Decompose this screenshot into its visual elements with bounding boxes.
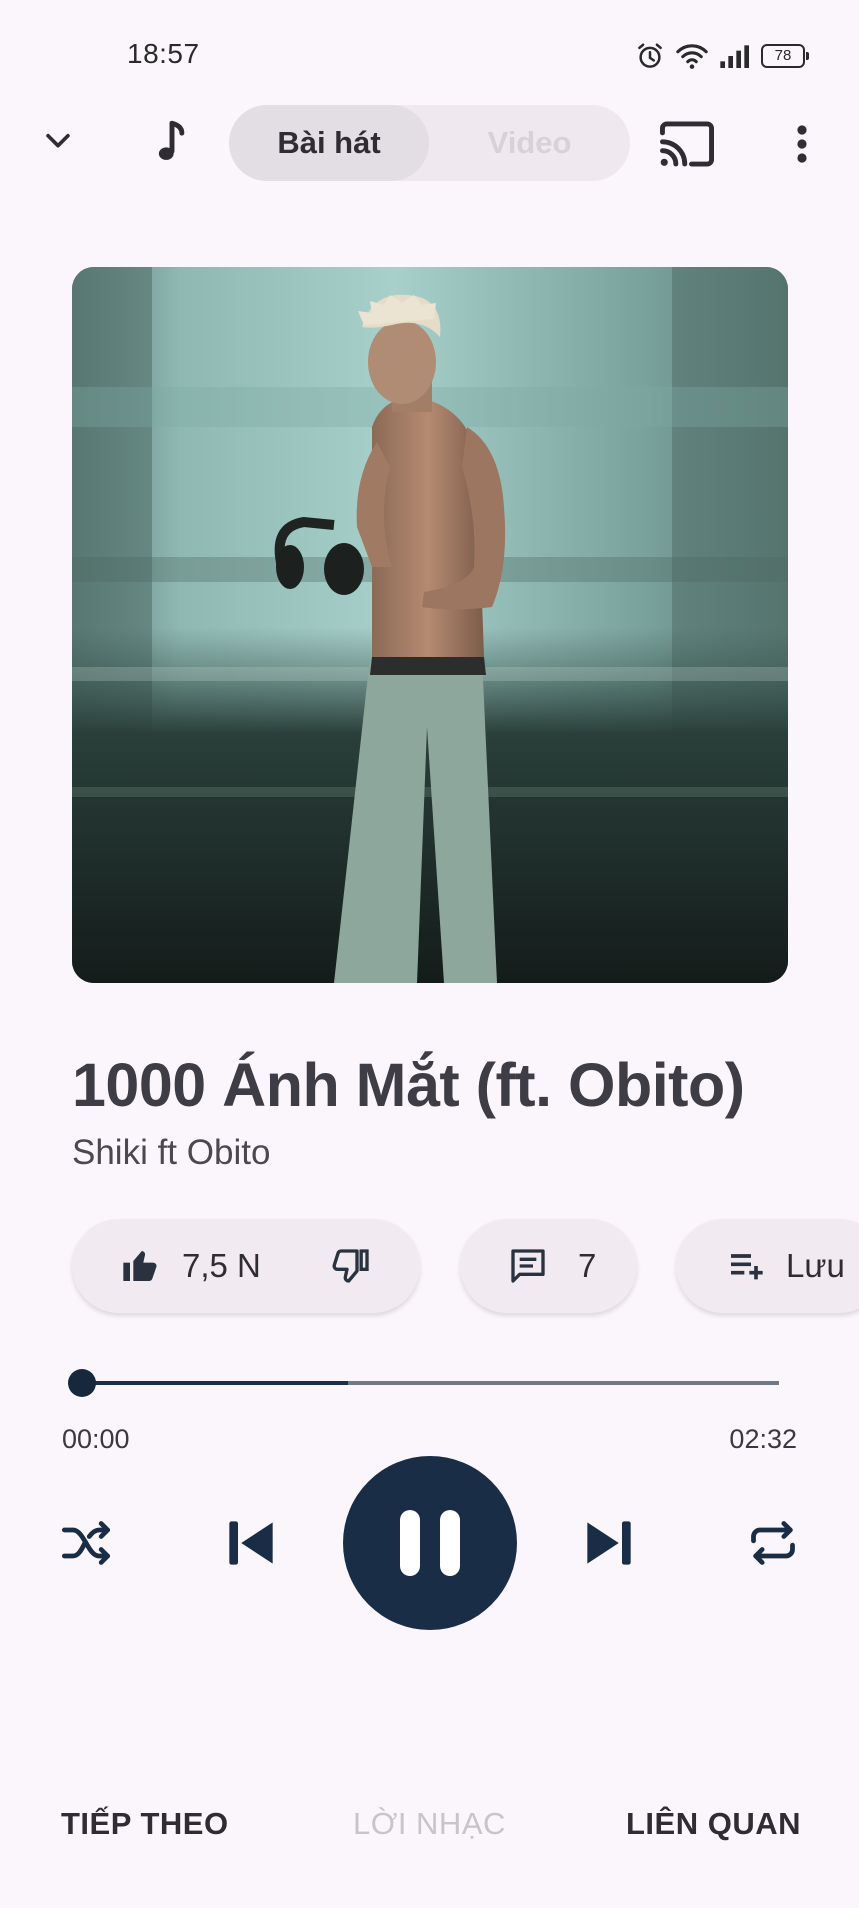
comment-icon: [511, 1249, 545, 1283]
shuffle-icon: [61, 1521, 111, 1565]
like-button[interactable]: 7,5 N: [120, 1246, 261, 1286]
alarm-icon: [638, 43, 662, 68]
tab-up-next[interactable]: TIẾP THEO: [61, 1806, 229, 1842]
save-button[interactable]: Lưu: [676, 1219, 859, 1313]
repeat-button[interactable]: [744, 1515, 802, 1571]
more-options-button[interactable]: [784, 116, 820, 172]
cast-icon: [660, 121, 714, 167]
status-icons: 78: [635, 40, 809, 72]
previous-button[interactable]: [222, 1514, 280, 1572]
more-vert-icon: [797, 125, 807, 163]
skip-next-icon: [587, 1521, 631, 1565]
like-count: 7,5 N: [182, 1247, 261, 1284]
tab-lyrics[interactable]: LỜI NHẠC: [353, 1806, 506, 1842]
pause-icon-bar-left: [400, 1510, 420, 1576]
thumb-up-icon: [123, 1251, 157, 1281]
audio-mode-button[interactable]: [150, 118, 194, 168]
pause-icon-bar-right: [440, 1510, 460, 1576]
chevron-down-icon: [46, 133, 70, 148]
album-art: [72, 267, 788, 983]
dislike-button[interactable]: [332, 1246, 372, 1286]
song-video-toggle: Bài hát Video: [229, 105, 630, 181]
comments-button[interactable]: 7: [460, 1219, 637, 1313]
comment-count: 7: [578, 1247, 597, 1284]
progress-buffered: [82, 1381, 348, 1385]
song-artist[interactable]: Shiki ft Obito: [72, 1133, 270, 1173]
save-label: Lưu: [786, 1247, 845, 1284]
current-time: 00:00: [62, 1424, 130, 1454]
signal-icon: [720, 45, 749, 68]
total-time: 02:32: [729, 1424, 797, 1454]
collapse-button[interactable]: [36, 118, 80, 162]
skip-previous-icon: [229, 1521, 273, 1565]
tab-video[interactable]: Video: [429, 125, 630, 161]
repeat-icon: [751, 1521, 795, 1565]
battery-icon: 78: [761, 44, 809, 68]
playlist-add-icon: [731, 1254, 763, 1280]
song-title: 1000 Ánh Mắt (ft. Obito): [72, 1051, 745, 1119]
wifi-icon: [676, 44, 708, 69]
progress-track[interactable]: [348, 1381, 779, 1385]
cast-button[interactable]: [656, 116, 718, 172]
progress-thumb[interactable]: [68, 1369, 96, 1397]
tab-related[interactable]: LIÊN QUAN: [626, 1806, 801, 1842]
tab-song[interactable]: Bài hát: [229, 105, 429, 181]
shuffle-button[interactable]: [56, 1515, 116, 1571]
status-time: 18:57: [127, 38, 200, 69]
thumb-down-icon: [332, 1249, 369, 1283]
like-dislike-chip: 7,5 N: [72, 1219, 420, 1313]
next-button[interactable]: [580, 1514, 638, 1572]
pause-button[interactable]: [343, 1456, 517, 1630]
music-note-icon: [158, 120, 185, 160]
